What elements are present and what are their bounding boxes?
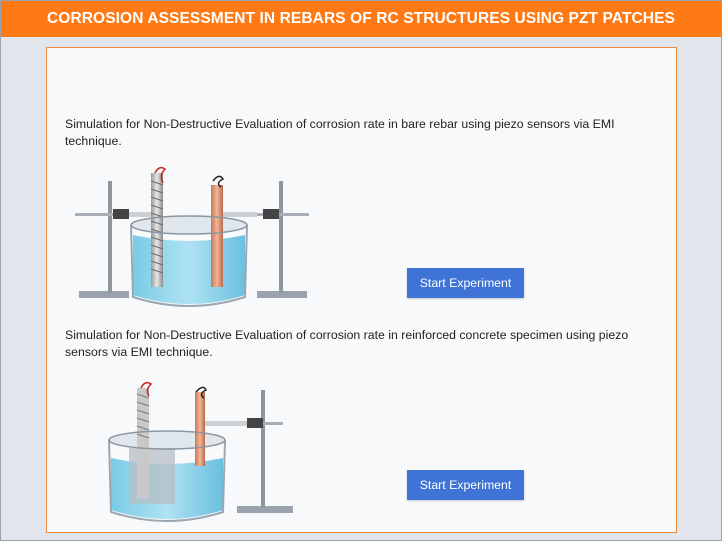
experiments-panel: Simulation for Non-Destructive Evaluatio… <box>46 47 677 533</box>
bare-rebar-setup-illustration <box>73 163 313 311</box>
start-experiment-button-1[interactable]: Start Experiment <box>407 268 524 298</box>
experiment-2-description: Simulation for Non-Destructive Evaluatio… <box>65 328 629 359</box>
page-title: CORROSION ASSESSMENT IN REBARS OF RC STR… <box>47 10 675 27</box>
page-header: CORROSION ASSESSMENT IN REBARS OF RC STR… <box>1 1 721 37</box>
start-experiment-button-2[interactable]: Start Experiment <box>407 470 524 500</box>
experiment-1-description: Simulation for Non-Destructive Evaluatio… <box>65 117 615 148</box>
concrete-specimen-setup-illustration <box>107 378 307 526</box>
